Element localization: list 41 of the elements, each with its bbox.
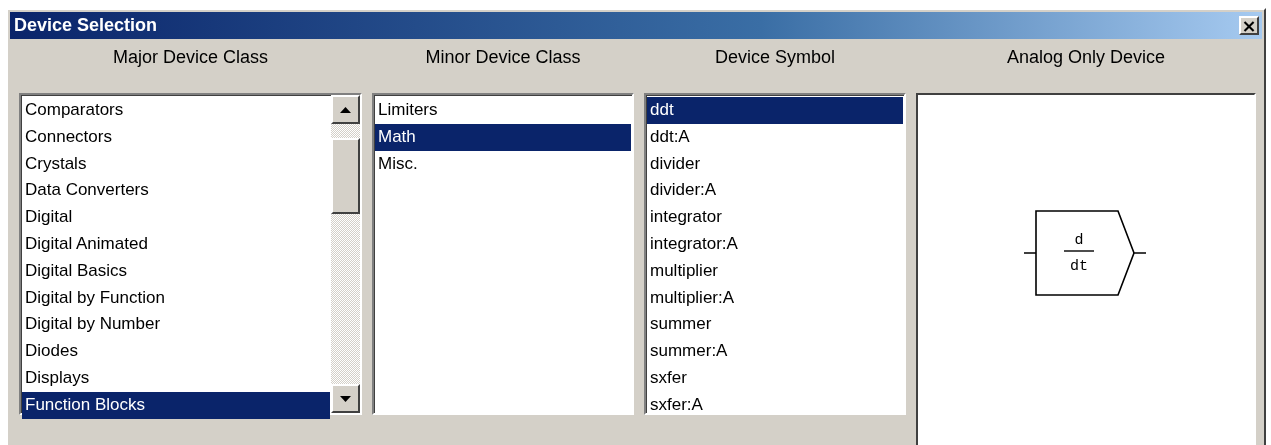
window-title: Device Selection [14, 15, 158, 36]
list-item[interactable]: Digital Basics [22, 257, 330, 285]
list-box[interactable]: ddt ddt:A divider divider:A integrator integrator:A multiplier multiplier:A summer summer:A sxfer sxfer:A [644, 93, 906, 415]
list-item[interactable]: integrator:A [647, 231, 903, 258]
column-heading: Major Device Class [111, 46, 269, 69]
list-item[interactable]: sxfer [647, 364, 903, 392]
list-item[interactable]: Math [375, 123, 631, 151]
list-item[interactable]: Digital by Function [22, 284, 330, 312]
down-arrow-icon [340, 395, 351, 402]
list-item[interactable]: Function Blocks [22, 391, 330, 419]
up-arrow-icon [340, 106, 351, 113]
list-item[interactable]: summer [647, 311, 903, 339]
differentiator-symbol-drawing: d dt [1024, 208, 1148, 298]
list-item[interactable]: Connectors [22, 123, 330, 151]
list-item[interactable]: Data Converters [22, 177, 330, 205]
list-item[interactable]: Digital Animated [22, 231, 330, 258]
list-item[interactable]: multiplier:A [647, 284, 903, 312]
list-box[interactable]: Limiters Math Misc. [372, 93, 634, 415]
list-item[interactable]: Comparators [22, 97, 330, 124]
column-heading: Minor Device Class [424, 46, 582, 69]
scroll-thumb[interactable] [331, 138, 360, 214]
list-item[interactable]: Limiters [375, 97, 631, 124]
scroll-up-button[interactable] [331, 95, 360, 124]
scroll-down-button[interactable] [331, 384, 360, 413]
list-item[interactable]: ddt:A [647, 123, 903, 151]
list-item[interactable]: Digital by Number [22, 311, 330, 339]
column-heading: Analog Only Device [1005, 46, 1167, 69]
list-item[interactable]: summer:A [647, 338, 903, 365]
list-item[interactable]: Misc. [375, 150, 631, 178]
list-item[interactable]: divider:A [647, 177, 903, 205]
column-heading: Device Symbol [713, 46, 836, 69]
list-item[interactable]: divider [647, 150, 903, 178]
list-item[interactable]: integrator [647, 204, 903, 231]
list-item[interactable]: multiplier [647, 257, 903, 285]
list-item[interactable]: Diodes [22, 338, 330, 365]
scrollbar[interactable] [331, 95, 360, 413]
list-item[interactable]: Crystals [22, 150, 330, 178]
list-item[interactable]: Digital [22, 204, 330, 231]
list-item[interactable]: Displays [22, 364, 330, 392]
list-item[interactable]: ddt [647, 97, 903, 124]
close-button[interactable]: × [1239, 16, 1259, 35]
